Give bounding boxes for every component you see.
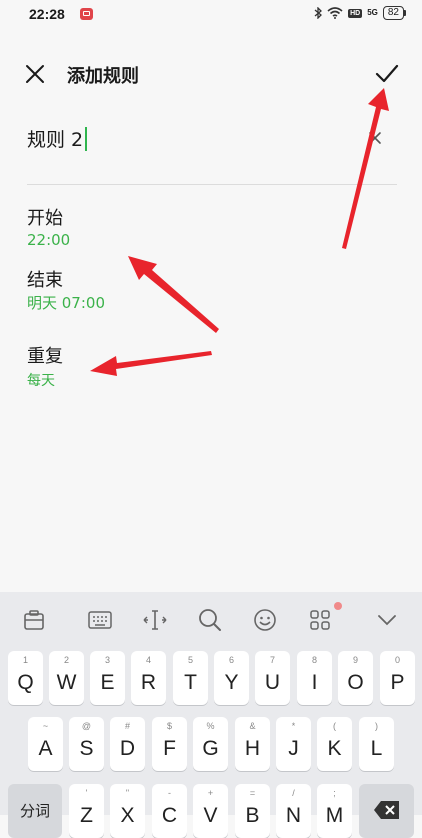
clipboard-icon[interactable] (20, 606, 48, 634)
arrow-to-repeat (90, 351, 212, 376)
backspace-key[interactable] (359, 784, 414, 838)
key-j[interactable]: * J (276, 717, 311, 771)
key-p[interactable]: 0P (380, 651, 415, 705)
apps-grid-icon[interactable] (306, 606, 334, 634)
key-u[interactable]: 7U (255, 651, 290, 705)
key-f[interactable]: $ F (152, 717, 187, 771)
arrow-to-confirm (342, 88, 389, 249)
key-o[interactable]: 9O (338, 651, 373, 705)
key-k[interactable]: (K (317, 717, 352, 771)
key-y[interactable]: 6Y (214, 651, 249, 705)
key-c[interactable]: -C (152, 784, 187, 838)
segment-button[interactable]: 分词 (8, 784, 62, 838)
search-icon[interactable] (196, 606, 224, 634)
key-d[interactable]: # D (110, 717, 145, 771)
key-t[interactable]: 5T (173, 651, 208, 705)
key-z[interactable]: ' Z (69, 784, 104, 838)
arrow-to-start (128, 256, 219, 333)
annotation-arrows (90, 88, 389, 376)
key-r[interactable]: 4R (131, 651, 166, 705)
backspace-icon (374, 801, 399, 819)
key-l[interactable]: ) L (359, 717, 394, 771)
key-m[interactable]: ; M (317, 784, 352, 838)
key-g[interactable]: % G (193, 717, 228, 771)
key-i[interactable]: 8I (297, 651, 332, 705)
key-x[interactable]: " X (110, 784, 145, 838)
key-a[interactable]: ~ A (28, 717, 63, 771)
key-b[interactable]: = B (235, 784, 270, 838)
collapse-icon[interactable] (373, 606, 401, 634)
cursor-move-icon[interactable] (141, 606, 169, 634)
key-n[interactable]: / N (276, 784, 311, 838)
key-e[interactable]: 3E (90, 651, 125, 705)
key-s[interactable]: @ S (69, 717, 104, 771)
emoji-icon[interactable] (251, 606, 279, 634)
key-v[interactable]: + V (193, 784, 228, 838)
keyboard-toolbar (0, 592, 422, 644)
keyboard-icon[interactable] (86, 606, 114, 634)
notification-dot (334, 602, 342, 610)
soft-keyboard: 1Q 2W 3E 4R 5T 6Y 7U 8I 9O 0P ~ A @ S # D $… (0, 592, 422, 838)
key-h[interactable]: & H (235, 717, 270, 771)
key-w[interactable]: 2W (49, 651, 84, 705)
key-q[interactable]: 1Q (8, 651, 43, 705)
